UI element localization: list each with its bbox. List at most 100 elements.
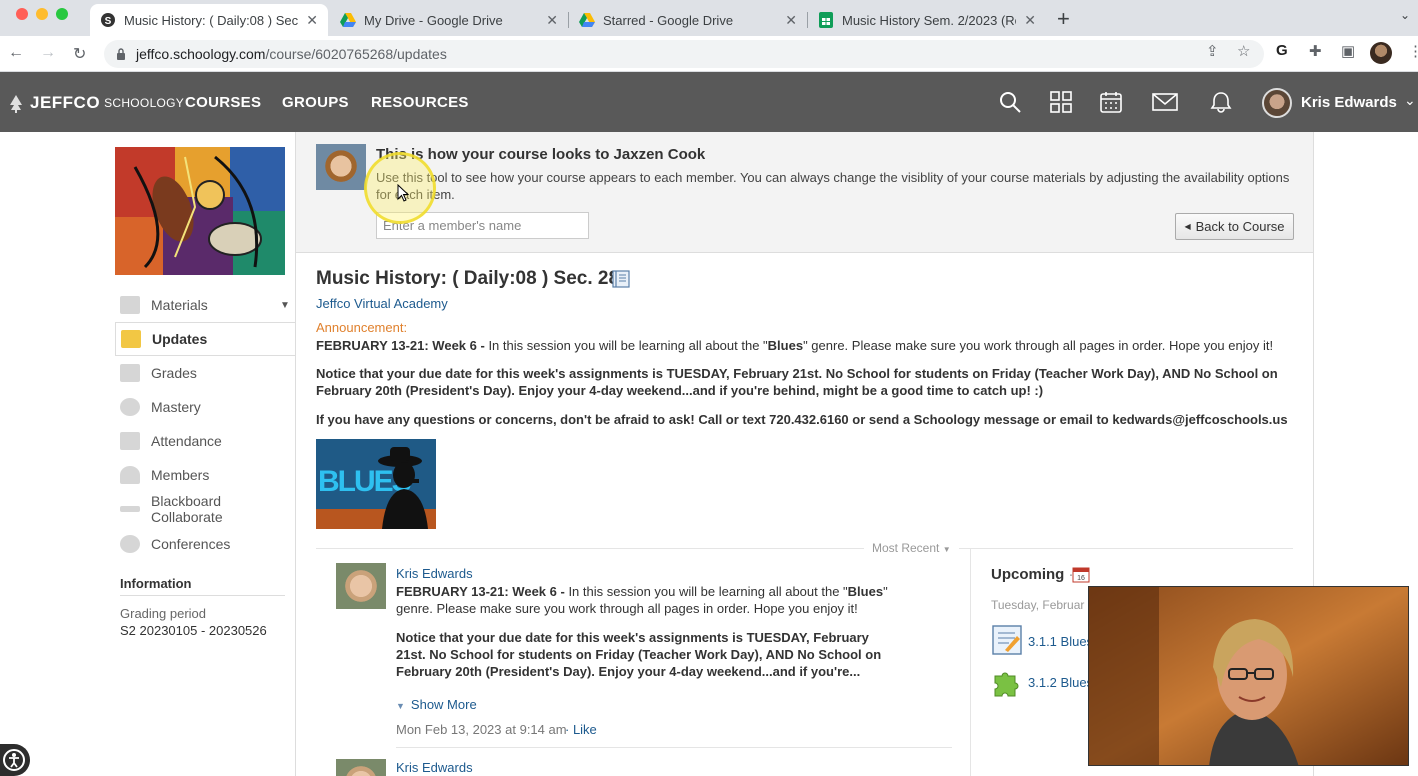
new-tab-plus-icon[interactable]: + <box>1057 6 1070 32</box>
browser-profile-avatar[interactable] <box>1370 42 1392 64</box>
browser-tab-schoology[interactable]: S Music History: ( Daily:08 ) Sec ✕ <box>90 4 328 36</box>
tab-title: Starred - Google Drive <box>603 12 734 28</box>
updates-icon <box>121 330 141 348</box>
post-paragraph-1: FEBRUARY 13-21: Week 6 - In this session… <box>396 583 896 617</box>
sidebar-item-blackboard-collaborate[interactable]: Blackboard Collaborate <box>115 492 295 526</box>
url-host: jeffco.schoology.com <box>136 46 266 62</box>
back-arrow-icon[interactable]: ← <box>8 44 24 62</box>
tab-close-icon[interactable]: ✕ <box>546 12 558 29</box>
tab-title: Music History Sem. 2/2023 (Re <box>842 12 1017 28</box>
show-more-label: Show More <box>410 697 477 712</box>
nav-resources[interactable]: RESOURCES <box>371 94 469 111</box>
user-name[interactable]: Kris Edwards <box>1301 94 1397 111</box>
blues-image[interactable]: BLUES <box>316 439 436 529</box>
post-author-avatar[interactable] <box>336 563 386 609</box>
schoology-header: JEFFCO SCHOOLOGY COURSES GROUPS RESOURCE… <box>0 72 1418 132</box>
sidebar-item-label: Blackboard Collaborate <box>151 493 223 525</box>
show-more-link[interactable]: ▼ Show More <box>396 697 477 712</box>
like-link[interactable]: · Like <box>565 722 597 737</box>
upcoming-date: Tuesday, Februar <box>991 598 1085 612</box>
side-panel-icon[interactable]: ▣ <box>1341 42 1355 60</box>
school-link[interactable]: Jeffco Virtual Academy <box>316 296 448 311</box>
window-minimize-button[interactable] <box>36 8 48 20</box>
extension-g-icon[interactable]: G <box>1276 42 1288 59</box>
nav-groups[interactable]: GROUPS <box>282 94 349 111</box>
feed-divider <box>316 548 1293 549</box>
sidebar-item-label: Materials <box>151 297 208 313</box>
user-menu-chevron-icon[interactable]: ⌄ <box>1404 92 1416 109</box>
feed-sort-dropdown[interactable]: Most Recent ▼ <box>864 541 959 555</box>
reload-icon[interactable]: ↻ <box>73 44 86 64</box>
share-icon[interactable]: ⇪ <box>1206 42 1219 60</box>
browser-menu-icon[interactable]: ⋮ <box>1408 42 1418 60</box>
post-author-link[interactable]: Kris Edwards <box>396 760 473 775</box>
window-close-button[interactable] <box>16 8 28 20</box>
feed-sort-label: Most Recent <box>872 541 940 555</box>
window-maximize-button[interactable] <box>56 8 68 20</box>
post-divider <box>396 747 952 748</box>
messages-icon[interactable] <box>1152 90 1178 114</box>
sidebar-item-attendance[interactable]: Attendance <box>115 424 295 458</box>
search-icon[interactable] <box>997 90 1023 114</box>
tab-list-chevron-icon[interactable]: ⌄ <box>1400 8 1410 22</box>
calendar-icon[interactable] <box>1098 90 1124 114</box>
course-profile-image <box>115 147 285 275</box>
bookmark-star-icon[interactable]: ☆ <box>1237 42 1250 60</box>
puzzle-icon <box>994 672 1019 697</box>
announcement-text: In this session you will be learning all… <box>488 338 768 353</box>
information-heading: Information <box>120 576 192 591</box>
nav-courses[interactable]: COURSES <box>185 94 261 111</box>
svg-text:S: S <box>105 16 112 27</box>
upcoming-item-link[interactable]: 3.1.1 Blues <box>1028 634 1093 649</box>
post-paragraph-2: Notice that your due date for this week'… <box>396 630 882 679</box>
tab-close-icon[interactable]: ✕ <box>1024 12 1036 29</box>
sidebar-item-updates[interactable]: Updates <box>115 322 295 356</box>
upcoming-calendar-icon[interactable]: 16 <box>1072 566 1090 583</box>
post-author-avatar[interactable] <box>336 759 386 776</box>
back-to-course-button[interactable]: ◀ Back to Course <box>1175 213 1294 240</box>
post-genre: Blues <box>847 584 884 599</box>
sidebar-item-members[interactable]: Members <box>115 458 295 492</box>
webcam-video-overlay <box>1088 586 1409 766</box>
extensions-puzzle-icon[interactable]: ✚ <box>1309 42 1322 60</box>
url-path: /course/6020765268/updates <box>265 46 447 62</box>
notifications-icon[interactable] <box>1208 90 1234 114</box>
sidebar-item-materials[interactable]: Materials <box>115 288 295 322</box>
google-sheets-icon <box>818 12 834 28</box>
apps-grid-icon[interactable] <box>1048 90 1074 114</box>
blackboard-icon <box>120 506 140 512</box>
lock-icon <box>116 48 126 60</box>
sidebar-item-label: Updates <box>152 331 208 347</box>
members-icon <box>120 466 140 484</box>
browser-tab-sheets[interactable]: Music History Sem. 2/2023 (Re ✕ <box>808 4 1046 36</box>
materials-icon <box>120 296 140 314</box>
jeffco-schoology-logo[interactable]: JEFFCO SCHOOLOGY <box>6 93 184 113</box>
browser-tab-starred[interactable]: Starred - Google Drive ✕ <box>569 4 807 36</box>
user-avatar[interactable] <box>1262 88 1292 118</box>
student-avatar <box>316 144 366 190</box>
google-drive-icon <box>579 12 595 28</box>
browser-tab-my-drive[interactable]: My Drive - Google Drive ✕ <box>330 4 568 36</box>
announcement-paragraph-3: If you have any questions or concerns, d… <box>316 412 1288 427</box>
upcoming-heading: Upcoming · <box>991 566 1074 583</box>
upcoming-item-link[interactable]: 3.1.2 Blues <box>1028 675 1093 690</box>
announcement-paragraph-2: Notice that your due date for this week'… <box>316 366 1278 398</box>
post-author-link[interactable]: Kris Edwards <box>396 566 473 581</box>
tab-close-icon[interactable]: ✕ <box>785 12 797 29</box>
course-info-icon[interactable] <box>612 270 630 288</box>
sidebar-item-grades[interactable]: Grades <box>115 356 295 390</box>
materials-dropdown-caret-icon[interactable]: ▼ <box>280 300 290 311</box>
upcoming-divider <box>970 549 971 776</box>
grading-period-label: Grading period <box>120 606 206 621</box>
accessibility-button[interactable] <box>0 744 30 776</box>
forward-arrow-icon[interactable]: → <box>40 44 56 62</box>
announcement-week-heading: FEBRUARY 13-21: Week 6 - <box>316 338 489 353</box>
sidebar-item-mastery[interactable]: Mastery <box>115 390 295 424</box>
url-field[interactable]: jeffco.schoology.com/course/6020765268/u… <box>104 40 1264 68</box>
svg-text:16: 16 <box>1077 575 1085 582</box>
tab-close-icon[interactable]: ✕ <box>306 12 318 29</box>
google-drive-icon <box>340 12 356 28</box>
sort-caret-icon: ▼ <box>942 545 951 554</box>
sidebar-item-conferences[interactable]: Conferences <box>115 527 295 561</box>
view-as-description: Use this tool to see how your course app… <box>376 170 1290 202</box>
